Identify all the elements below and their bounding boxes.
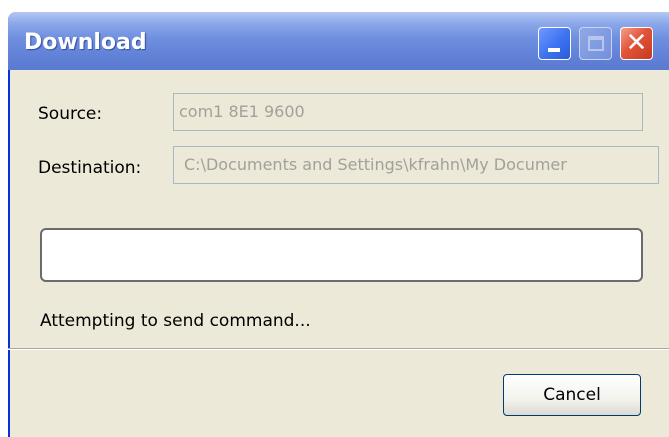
close-icon: ✕ [625, 28, 648, 58]
download-dialog: Download ✕ Source: com1 8E1 9600 Destina… [8, 12, 669, 437]
source-label: Source: [38, 104, 103, 124]
source-field: com1 8E1 9600 [173, 93, 643, 131]
title-bar[interactable]: Download ✕ [8, 12, 669, 70]
destination-value: C:\Documents and Settings\kfrahn\My Docu… [184, 155, 567, 174]
close-button[interactable]: ✕ [620, 27, 653, 60]
cancel-button[interactable]: Cancel [503, 374, 641, 416]
window-title: Download [24, 30, 147, 55]
destination-field: C:\Documents and Settings\kfrahn\My Docu… [173, 146, 659, 184]
minimize-button[interactable] [538, 27, 571, 60]
maximize-button [579, 27, 612, 60]
minimize-icon [548, 48, 560, 52]
footer-separator [8, 348, 669, 350]
destination-label: Destination: [38, 158, 142, 178]
progress-bar [40, 228, 643, 282]
source-value: com1 8E1 9600 [179, 102, 305, 121]
maximize-icon [588, 36, 604, 51]
status-text: Attempting to send command... [40, 311, 311, 331]
